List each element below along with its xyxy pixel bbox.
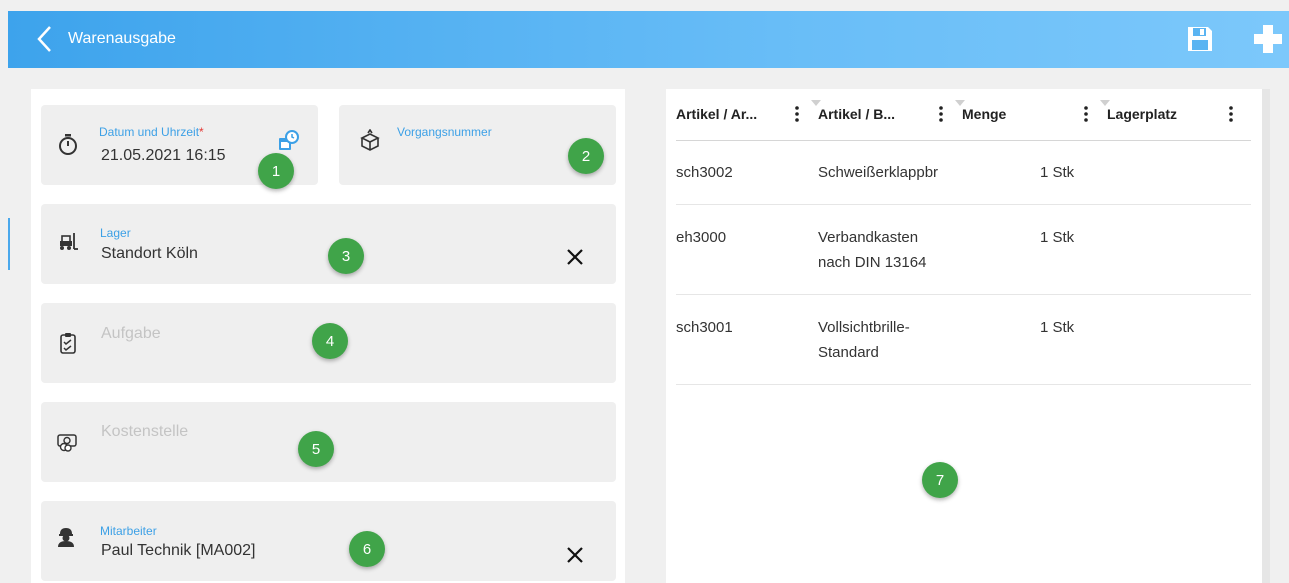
clipboard-check-icon bbox=[60, 333, 76, 354]
cell-bezeichnung-line2: nach DIN 13164 bbox=[818, 254, 927, 271]
column-menu-icon[interactable] bbox=[1081, 104, 1091, 124]
badge-2: 2 bbox=[568, 138, 604, 174]
cell-artikelnummer: sch3001 bbox=[676, 319, 733, 336]
cell-menge: 1 Stk bbox=[1040, 229, 1075, 246]
badge-3: 3 bbox=[328, 238, 364, 274]
cell-bezeichnung: Verbandkasten bbox=[818, 229, 919, 246]
calendar-clock-icon[interactable] bbox=[277, 130, 299, 152]
cell-bezeichnung-line2: Standard bbox=[818, 344, 879, 361]
column-header-menge[interactable]: Menge bbox=[962, 106, 1006, 122]
column-header-lagerplatz[interactable]: Lagerplatz bbox=[1107, 106, 1177, 122]
form-panel: Datum und Uhrzeit* 21.05.2021 16:15 1 Vo… bbox=[31, 89, 625, 583]
cell-bezeichnung: Vollsichtbrille- bbox=[818, 319, 910, 336]
vorgangsnummer-label: Vorgangsnummer bbox=[397, 125, 492, 139]
row-divider bbox=[676, 384, 1251, 385]
mitarbeiter-field[interactable]: Mitarbeiter Paul Technik [MA002] bbox=[41, 501, 616, 581]
clear-lager-button[interactable] bbox=[564, 246, 586, 268]
badge-1: 1 bbox=[258, 153, 294, 189]
cell-artikelnummer: sch3002 bbox=[676, 164, 733, 181]
plus-icon bbox=[1254, 25, 1282, 53]
floppy-disk-icon bbox=[1188, 27, 1212, 51]
add-button[interactable] bbox=[1251, 22, 1285, 56]
chevron-left-icon bbox=[37, 26, 51, 52]
worker-icon bbox=[58, 528, 74, 547]
lager-label: Lager bbox=[100, 226, 131, 240]
cell-menge: 1 Stk bbox=[1040, 319, 1075, 336]
cell-artikelnummer: eh3000 bbox=[676, 229, 727, 246]
sidebar-indicator bbox=[8, 218, 10, 270]
badge-7: 7 bbox=[922, 462, 958, 498]
open-box-icon bbox=[360, 129, 380, 151]
money-coins-icon bbox=[57, 434, 77, 452]
datum-value: 21.05.2021 16:15 bbox=[101, 147, 226, 164]
badge-5: 5 bbox=[298, 431, 334, 467]
header-divider bbox=[676, 140, 1251, 141]
column-header-bezeichnung[interactable]: Artikel / B... bbox=[818, 106, 895, 122]
column-header-artikelnummer[interactable]: Artikel / Ar... bbox=[676, 106, 757, 122]
article-table: Artikel / Ar... Artikel / B... Menge Lag… bbox=[666, 89, 1262, 583]
clear-mitarbeiter-button[interactable] bbox=[564, 544, 586, 566]
datum-label: Datum und Uhrzeit* bbox=[99, 125, 204, 139]
mitarbeiter-label: Mitarbeiter bbox=[100, 524, 157, 538]
aufgabe-placeholder: Aufgabe bbox=[101, 325, 161, 342]
row-divider bbox=[676, 294, 1251, 295]
save-button[interactable] bbox=[1184, 23, 1216, 55]
badge-4: 4 bbox=[312, 323, 348, 359]
column-menu-icon[interactable] bbox=[1226, 104, 1236, 124]
cell-bezeichnung: Schweißerklappbr bbox=[818, 164, 939, 181]
badge-6: 6 bbox=[349, 531, 385, 567]
lager-value: Standort Köln bbox=[101, 245, 198, 262]
column-menu-icon[interactable] bbox=[936, 104, 946, 124]
kostenstelle-placeholder: Kostenstelle bbox=[101, 423, 189, 440]
cell-menge: 1 Stk bbox=[1040, 164, 1075, 181]
stopwatch-icon bbox=[59, 134, 77, 155]
row-divider bbox=[676, 204, 1251, 205]
lager-field[interactable]: Lager Standort Köln bbox=[41, 204, 616, 284]
back-button[interactable] bbox=[34, 24, 58, 54]
scrollbar[interactable] bbox=[1262, 89, 1270, 583]
mitarbeiter-value: Paul Technik [MA002] bbox=[101, 542, 256, 559]
app-header: Warenausgabe bbox=[8, 11, 1289, 68]
forklift-icon bbox=[60, 233, 78, 250]
column-menu-icon[interactable] bbox=[792, 104, 802, 124]
page-title: Warenausgabe bbox=[68, 30, 176, 47]
